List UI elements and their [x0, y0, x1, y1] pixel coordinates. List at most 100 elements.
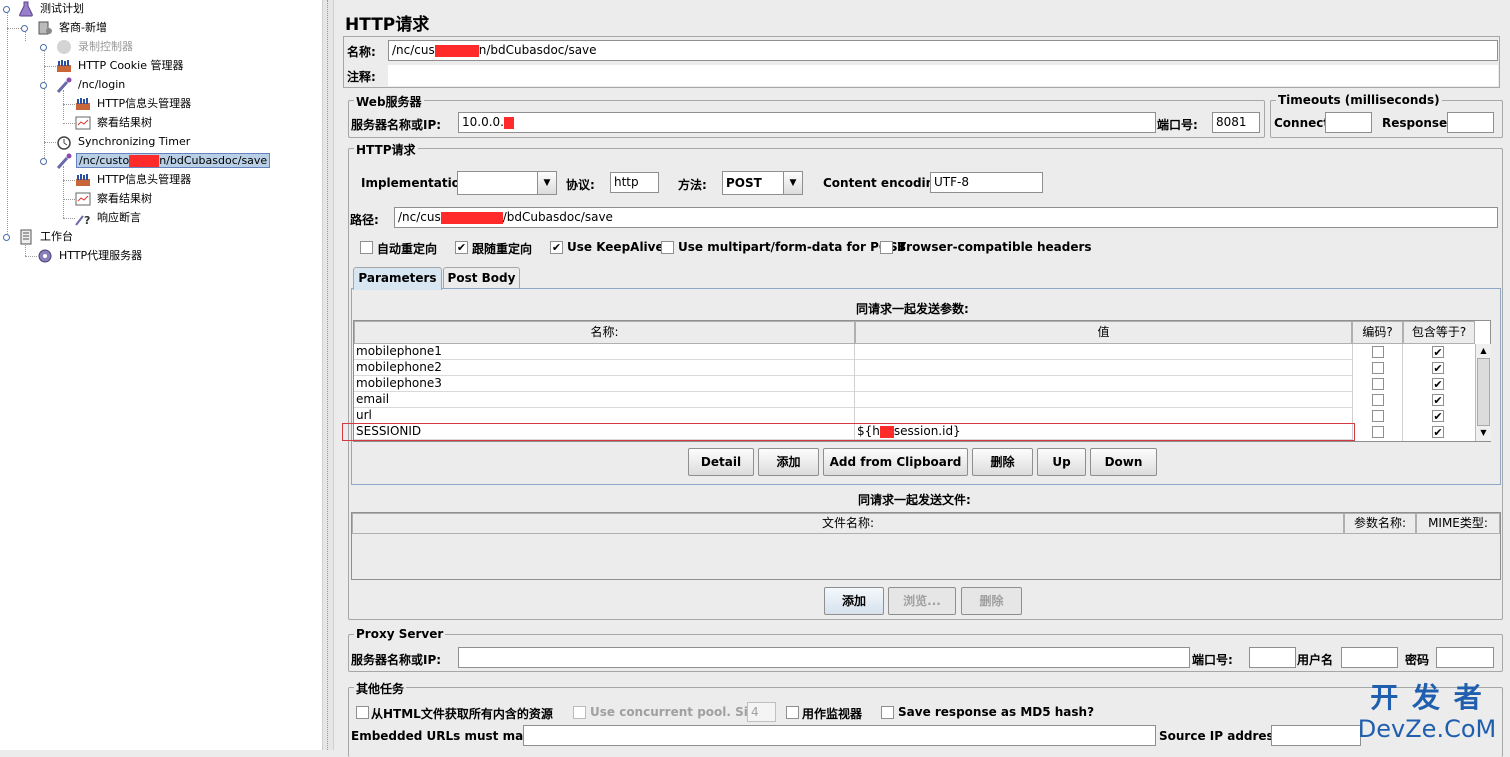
tree-node-header-manager[interactable]: HTTP信息头管理器: [75, 171, 193, 189]
encode-checkbox[interactable]: [1372, 410, 1384, 422]
tree-node-thread-group[interactable]: 客商-新增: [37, 19, 109, 37]
use-as-monitor-checkbox[interactable]: [786, 706, 799, 719]
flask-icon: [18, 1, 34, 17]
tree-node-proxy-server[interactable]: HTTP代理服务器: [37, 247, 144, 265]
add-from-clipboard-button[interactable]: Add from Clipboard: [823, 448, 968, 476]
up-button[interactable]: Up: [1037, 448, 1086, 476]
column-header-param-name[interactable]: 参数名称:: [1344, 513, 1416, 534]
fetch-resources-checkbox[interactable]: [356, 706, 369, 719]
path-field[interactable]: /nc/cus/bdCubasdoc/save: [394, 207, 1498, 228]
delete-param-button[interactable]: 删除: [972, 448, 1033, 476]
down-button[interactable]: Down: [1090, 448, 1157, 476]
multipart-checkbox[interactable]: [661, 241, 674, 254]
column-header-value[interactable]: 值: [855, 321, 1352, 344]
follow-redirect-label: 跟随重定向: [472, 242, 533, 256]
tree-node-save-sampler[interactable]: /nc/custo n/bdCubasdoc/save: [56, 152, 271, 170]
column-header-encode[interactable]: 编码?: [1352, 321, 1403, 344]
protocol-field[interactable]: http: [610, 172, 659, 193]
tree-node-recording-controller[interactable]: 录制控制器: [56, 38, 135, 56]
param-name-cell[interactable]: mobilephone3: [354, 376, 854, 392]
md5-hash-checkbox[interactable]: [881, 706, 894, 719]
add-file-button[interactable]: 添加: [824, 587, 884, 615]
expand-toggle-icon[interactable]: [21, 25, 28, 32]
tree-node-label-end: n/bdCubasdoc/save: [159, 154, 268, 167]
proxy-port-field[interactable]: [1249, 647, 1296, 668]
scrollbar-thumb[interactable]: [1477, 358, 1490, 426]
encode-checkbox[interactable]: [1372, 346, 1384, 358]
concurrent-pool-checkbox[interactable]: [573, 706, 586, 719]
embedded-urls-field[interactable]: [523, 725, 1156, 746]
delete-file-button[interactable]: 删除: [961, 587, 1022, 615]
source-ip-field[interactable]: [1271, 725, 1361, 746]
tab-post-body[interactable]: Post Body: [443, 267, 520, 289]
column-header-name[interactable]: 名称:: [354, 321, 855, 344]
encode-checkbox[interactable]: [1372, 426, 1384, 438]
comment-field[interactable]: [388, 65, 1498, 86]
include-equals-checkbox[interactable]: ✔: [1432, 378, 1444, 390]
tree-node-test-plan[interactable]: 测试计划: [18, 0, 86, 18]
port-field[interactable]: 8081: [1212, 112, 1260, 133]
expand-toggle-icon[interactable]: [40, 158, 47, 165]
response-timeout-field[interactable]: [1447, 112, 1494, 133]
name-field[interactable]: /nc/cus n/bdCubasdoc/save: [388, 40, 1498, 61]
param-value-cell[interactable]: [855, 360, 1352, 376]
include-equals-checkbox[interactable]: ✔: [1432, 394, 1444, 406]
browser-headers-checkbox[interactable]: [880, 241, 893, 254]
column-header-file-name[interactable]: 文件名称:: [352, 513, 1344, 534]
encode-checkbox[interactable]: [1372, 394, 1384, 406]
concurrent-pool-size-field[interactable]: 4: [747, 702, 776, 722]
tree-node-response-assertion[interactable]: ? 响应断言: [75, 209, 143, 227]
tree-node-label: Synchronizing Timer: [78, 135, 191, 148]
proxy-password-field[interactable]: [1436, 647, 1494, 668]
tree-node-label: 测试计划: [40, 2, 84, 15]
encoding-field[interactable]: UTF-8: [930, 172, 1043, 193]
params-scrollbar[interactable]: ▲ ▼: [1475, 344, 1491, 441]
column-header-mime-type[interactable]: MIME类型:: [1416, 513, 1500, 534]
encode-checkbox[interactable]: [1372, 362, 1384, 374]
implementation-select[interactable]: ▼: [457, 171, 557, 195]
tree-node-cookie-manager[interactable]: HTTP Cookie 管理器: [56, 57, 185, 75]
expand-toggle-icon[interactable]: [40, 82, 47, 89]
param-value-cell[interactable]: [855, 392, 1352, 408]
detail-button[interactable]: Detail: [688, 448, 754, 476]
tree-node-results-tree[interactable]: 察看结果树: [75, 190, 154, 208]
include-equals-checkbox[interactable]: ✔: [1432, 410, 1444, 422]
response-label: Response:: [1382, 116, 1452, 130]
browse-button[interactable]: 浏览...: [888, 587, 956, 615]
server-field[interactable]: 10.0.0.: [458, 112, 1156, 133]
include-equals-checkbox[interactable]: ✔: [1432, 426, 1444, 438]
scroll-down-icon[interactable]: ▼: [1476, 426, 1491, 440]
param-name-cell[interactable]: mobilephone1: [354, 344, 854, 360]
connect-timeout-field[interactable]: [1325, 112, 1372, 133]
split-pane-divider[interactable]: [322, 0, 334, 750]
expand-toggle-icon[interactable]: [40, 44, 47, 51]
keepalive-checkbox[interactable]: ✔: [550, 241, 563, 254]
add-param-button[interactable]: 添加: [758, 448, 819, 476]
tree-node-label: 录制控制器: [78, 40, 133, 53]
param-value-cell[interactable]: [855, 408, 1352, 424]
proxy-server-field[interactable]: [458, 647, 1190, 668]
column-header-include-equals[interactable]: 包含等于?: [1403, 321, 1475, 344]
expand-toggle-icon[interactable]: [3, 234, 10, 241]
tree-node-results-tree[interactable]: 察看结果树: [75, 114, 154, 132]
tab-parameters[interactable]: Parameters: [353, 267, 442, 290]
param-name-cell[interactable]: email: [354, 392, 854, 408]
param-name-cell[interactable]: url: [354, 408, 854, 424]
scroll-up-icon[interactable]: ▲: [1476, 344, 1491, 358]
tree-node-synchronizing-timer[interactable]: Synchronizing Timer: [56, 133, 192, 151]
encode-checkbox[interactable]: [1372, 378, 1384, 390]
expand-toggle-icon[interactable]: [3, 6, 10, 13]
param-name-cell[interactable]: mobilephone2: [354, 360, 854, 376]
auto-redirect-checkbox[interactable]: [360, 241, 373, 254]
include-equals-checkbox[interactable]: ✔: [1432, 362, 1444, 374]
tree-node-header-manager[interactable]: HTTP信息头管理器: [75, 95, 193, 113]
tree-node-login-sampler[interactable]: /nc/login: [56, 76, 127, 94]
proxy-user-field[interactable]: [1341, 647, 1398, 668]
test-plan-tree[interactable]: 测试计划 客商-新增 录制控制器 HTTP Cookie 管理器 /nc/log…: [0, 0, 322, 750]
include-equals-checkbox[interactable]: ✔: [1432, 346, 1444, 358]
tree-node-workbench[interactable]: 工作台: [18, 228, 75, 246]
method-select[interactable]: POST ▼: [722, 171, 803, 195]
follow-redirect-checkbox[interactable]: ✔: [455, 241, 468, 254]
param-value-cell[interactable]: [855, 344, 1352, 360]
param-value-cell[interactable]: [855, 376, 1352, 392]
